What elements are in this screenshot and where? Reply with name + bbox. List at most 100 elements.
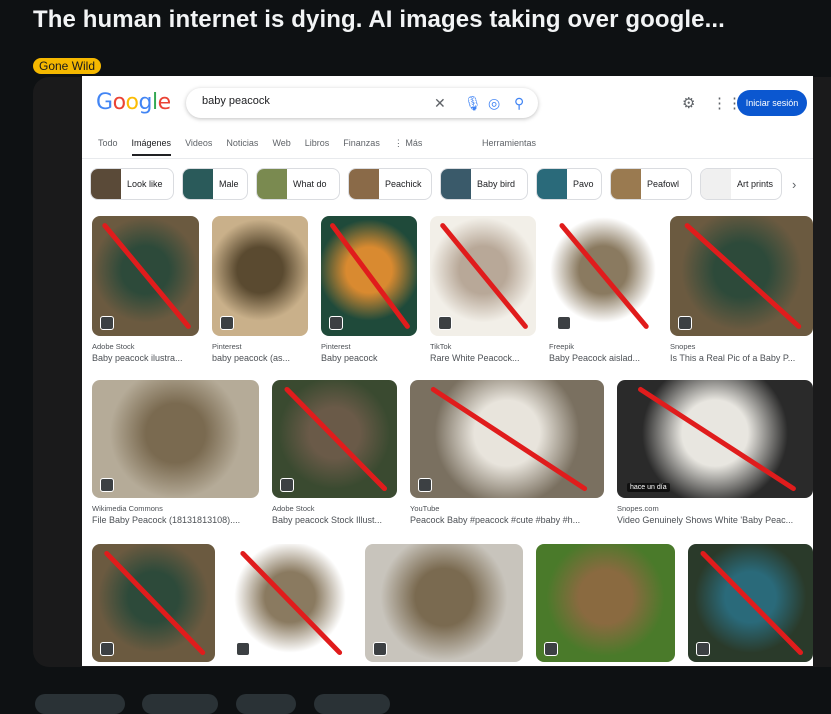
image-result[interactable]: hace un día Snopes.com Video Genuinely S… [617,380,813,525]
logo-letter: G [96,90,113,115]
result-image[interactable] [321,216,417,336]
tab-finanzas[interactable]: Finanzas [343,138,380,156]
result-title[interactable]: Baby peacock ilustra... [92,353,199,363]
image-result[interactable]: Adobe Stock Baby peacock ilustra... [92,216,199,363]
search-input[interactable] [200,94,424,108]
result-image[interactable] [670,216,813,336]
result-image[interactable] [92,380,259,498]
red-cross-out-mark [688,544,813,662]
chevron-right-icon[interactable]: › [792,177,796,192]
chip-label: Pavo [573,179,594,189]
result-image[interactable] [92,216,199,336]
result-title[interactable]: File Baby Peacock (18131813108).... [92,515,259,525]
result-image[interactable] [688,544,813,662]
tab-noticias[interactable]: Noticias [226,138,258,156]
divider [82,158,813,159]
logo-letter: o [125,90,139,115]
tab-imagenes[interactable]: Imágenes [131,138,172,156]
image-badge-icon [100,478,114,492]
search-box[interactable]: ✕ 🎙 ◎ ⚲ [186,88,538,118]
result-title[interactable]: Baby peacock Stock Illust... [272,515,397,525]
image-result[interactable]: TikTok Rare White Peacock... [430,216,536,363]
google-screenshot: Google ✕ 🎙 ◎ ⚲ ⚙ ⋮⋮ Iniciar sesión Todo … [82,76,813,666]
chip-look-like[interactable]: Look like [90,168,174,200]
comments-button[interactable] [142,694,218,714]
red-cross-out-mark [321,216,417,336]
lens-icon[interactable]: ◎ [488,94,500,112]
red-cross-out-mark [272,380,397,498]
chip-thumbnail [441,169,471,199]
image-result[interactable] [365,544,523,662]
result-image[interactable] [430,216,536,336]
clear-icon[interactable]: ✕ [434,94,446,112]
red-cross-out-mark [549,216,657,336]
flair-badge[interactable]: Gone Wild [33,58,102,74]
image-badge-icon [544,642,558,656]
tab-web[interactable]: Web [272,138,290,156]
image-result[interactable] [228,544,352,662]
result-source: Pinterest [212,342,242,351]
result-title[interactable]: Is This a Real Pic of a Baby P... [670,353,813,363]
red-cross-out-mark [92,544,215,662]
result-image[interactable] [536,544,675,662]
vote-button[interactable] [35,694,125,714]
result-image[interactable] [365,544,523,662]
result-source: Freepik [549,342,575,351]
image-result[interactable]: Snopes Is This a Real Pic of a Baby P... [670,216,813,363]
logo-letter: o [112,90,126,115]
tab-todo[interactable]: Todo [98,138,118,156]
result-title[interactable]: Rare White Peacock... [430,353,536,363]
result-title[interactable]: baby peacock (as... [212,353,308,363]
share-button[interactable] [314,694,390,714]
image-result[interactable] [688,544,813,662]
result-title[interactable]: Baby peacock [321,353,417,363]
red-cross-out-mark [410,380,604,498]
chip-label: What do [293,179,327,189]
tools-button[interactable]: Herramientas [482,138,536,148]
chip-peafowl[interactable]: Peafowl [610,168,692,200]
image-result[interactable] [536,544,675,662]
microphone-icon[interactable]: 🎙 [464,94,482,112]
red-cross-out-mark [617,380,813,498]
result-image[interactable] [549,216,657,336]
tab-mas[interactable]: ⋮ Más [394,138,423,156]
image-result[interactable]: Pinterest Baby peacock [321,216,417,363]
image-badge-icon [373,642,387,656]
sign-in-button[interactable]: Iniciar sesión [737,90,807,116]
result-source: YouTube [410,504,440,513]
chip-what-do[interactable]: What do [256,168,340,200]
result-image[interactable] [92,544,215,662]
image-result[interactable]: Wikimedia Commons File Baby Peacock (181… [92,380,259,525]
post-title[interactable]: The human internet is dying. AI images t… [33,6,725,34]
image-result[interactable]: YouTube Peacock Baby #peacock #cute #bab… [410,380,604,525]
settings-gear-icon[interactable]: ⚙ [682,94,695,112]
chip-peachick[interactable]: Peachick [348,168,432,200]
image-result[interactable]: Freepik Baby Peacock aislad... [549,216,657,363]
result-title[interactable]: Baby Peacock aislad... [549,353,657,363]
result-source: Snopes [670,342,696,351]
result-image[interactable] [228,544,352,662]
result-title[interactable]: Peacock Baby #peacock #cute #baby #h... [410,515,604,525]
chip-thumbnail [701,169,731,199]
chip-male[interactable]: Male [182,168,248,200]
tab-libros[interactable]: Libros [305,138,330,156]
result-image[interactable] [272,380,397,498]
result-image[interactable]: hace un día [617,380,813,498]
chip-label: Male [219,179,239,189]
chip-art-prints[interactable]: Art prints [700,168,782,200]
image-result[interactable]: Adobe Stock Baby peacock Stock Illust... [272,380,397,525]
chip-pavo[interactable]: Pavo [536,168,602,200]
result-title[interactable]: Video Genuinely Shows White 'Baby Peac..… [617,515,813,525]
red-cross-out-mark [670,216,813,336]
award-button[interactable] [236,694,296,714]
image-result[interactable] [92,544,215,662]
chip-thumbnail [91,169,121,199]
result-image[interactable] [212,216,308,336]
image-result[interactable]: Pinterest baby peacock (as... [212,216,308,363]
chip-thumbnail [611,169,641,199]
tab-videos[interactable]: Videos [185,138,212,156]
search-icon[interactable]: ⚲ [514,94,524,112]
chip-label: Peafowl [647,179,680,189]
chip-baby-bird[interactable]: Baby bird [440,168,528,200]
result-image[interactable] [410,380,604,498]
